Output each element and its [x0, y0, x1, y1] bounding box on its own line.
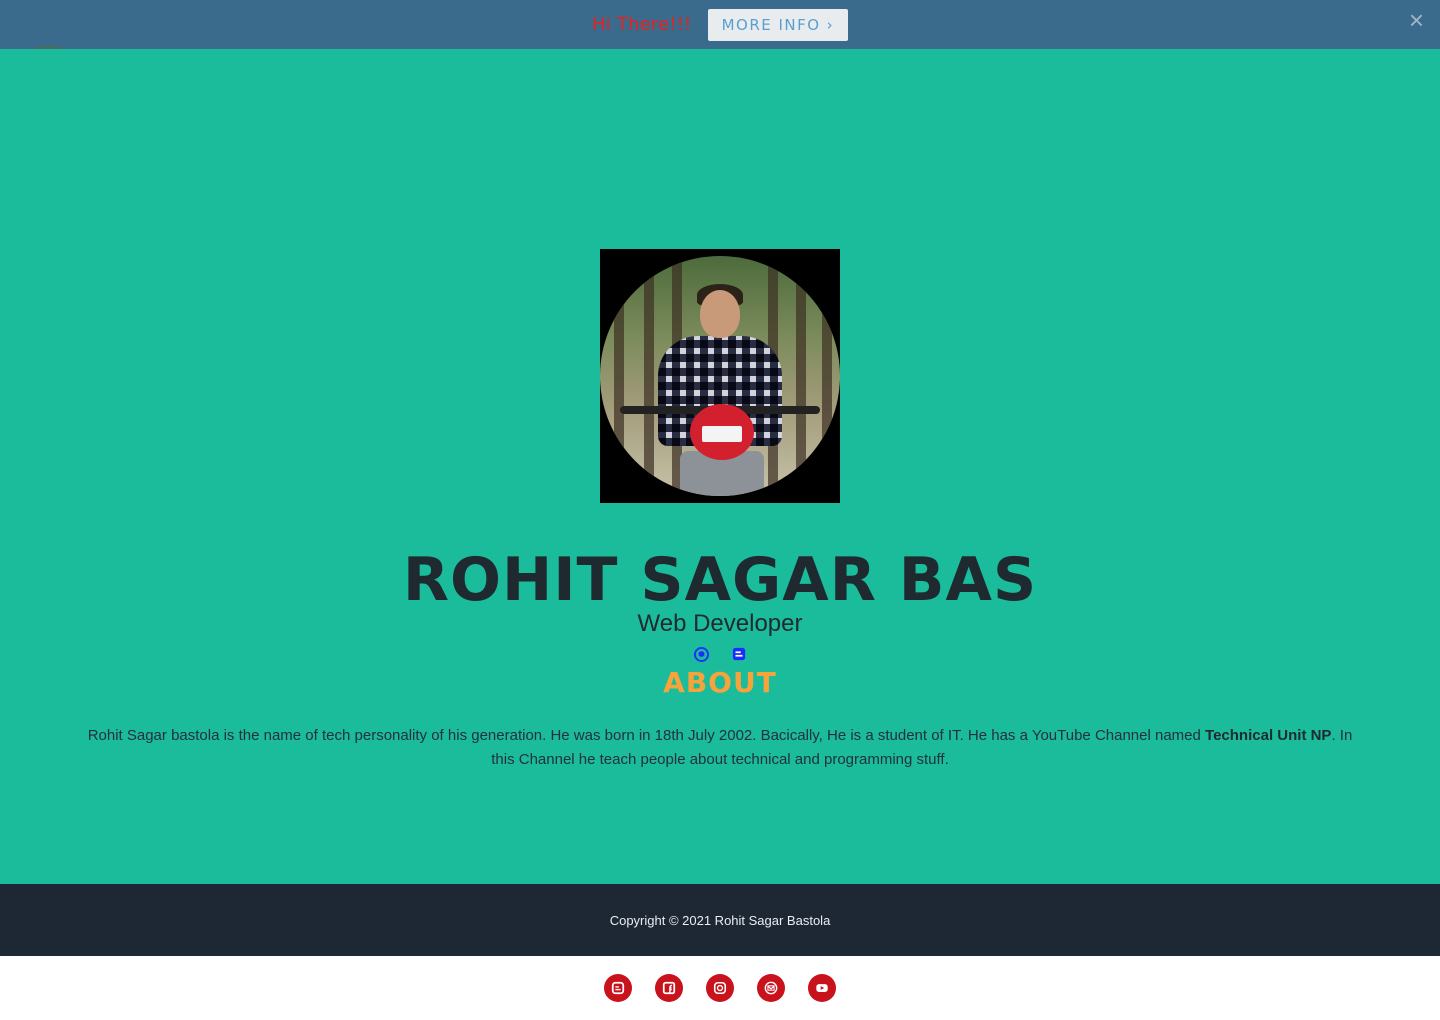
email-icon[interactable] [757, 974, 785, 1002]
profile-photo-circle [600, 256, 840, 496]
more-info-button[interactable]: MORE INFO › [707, 8, 849, 41]
more-info-label: MORE INFO [721, 15, 821, 34]
about-text: Rohit Sagar bastola is the name of tech … [80, 724, 1360, 772]
close-icon[interactable]: × [1409, 6, 1424, 34]
profile-role: Web Developer [637, 610, 803, 637]
github-icon[interactable] [693, 646, 709, 662]
social-bar [0, 956, 1440, 1020]
blogger-icon[interactable] [731, 646, 747, 662]
greeting-text: Hi There!!! [591, 14, 692, 35]
profile-name: ROHIT SAGAR BAS [402, 545, 1038, 615]
youtube-icon[interactable] [808, 974, 836, 1002]
footer: Copyright © 2021 Rohit Sagar Bastola [0, 884, 1440, 956]
chevron-right-icon: › [826, 15, 835, 34]
promo-bar: Hi There!!! MORE INFO › × [0, 0, 1440, 49]
about-heading: ABOUT [663, 666, 777, 699]
facebook-icon[interactable] [655, 974, 683, 1002]
hamburger-menu-icon[interactable] [36, 46, 61, 58]
profile-links [0, 646, 1440, 662]
blogger-icon[interactable] [604, 974, 632, 1002]
about-text-part1: Rohit Sagar bastola is the name of tech … [87, 727, 1206, 744]
copyright-text: Copyright © 2021 Rohit Sagar Bastola [609, 912, 831, 928]
instagram-icon[interactable] [706, 974, 734, 1002]
channel-name: Technical Unit NP [1205, 727, 1332, 744]
profile-photo [600, 249, 840, 503]
